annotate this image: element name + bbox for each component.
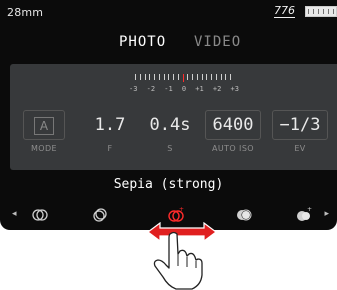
scroll-right-icon[interactable]: ▸	[324, 209, 329, 219]
scale-label: -1	[164, 85, 173, 93]
param-shutter[interactable]: 0.4s S	[145, 110, 195, 166]
param-aperture[interactable]: 1.7 F	[90, 110, 130, 166]
tab-video[interactable]: VIDEO	[194, 34, 241, 50]
iso-box: 6400	[205, 110, 261, 140]
mode-box: A	[23, 110, 65, 140]
mode-value: A	[34, 117, 54, 135]
exposure-scale-labels: -3 -2 -1 0 +1 +2 +3	[129, 85, 239, 93]
scale-label: -3	[129, 85, 138, 93]
iso-label: AUTO ISO	[212, 144, 254, 153]
exposure-scale-ticks	[135, 74, 231, 82]
scroll-left-icon[interactable]: ◂	[12, 209, 17, 219]
scale-label: -2	[146, 85, 156, 93]
iso-value: 6400	[212, 115, 254, 135]
shutter-value: 0.4s	[149, 115, 191, 135]
shots-remaining: 776	[274, 4, 295, 18]
tab-photo[interactable]: PHOTO	[119, 34, 166, 50]
scale-label: 0	[181, 85, 187, 93]
svg-text:+: +	[179, 207, 184, 213]
aperture-value: 1.7	[94, 115, 126, 135]
param-iso[interactable]: 6400 AUTO ISO	[205, 110, 261, 166]
focal-length: 28mm	[7, 6, 44, 19]
filter-tone-icon[interactable]	[236, 207, 252, 223]
exposure-scale: -3 -2 -1 0 +1 +2 +3	[129, 74, 239, 104]
hand-gesture-icon	[153, 231, 203, 290]
mode-tabs: PHOTO VIDEO	[0, 34, 337, 54]
selected-filter-name: Sepia (strong)	[113, 177, 224, 192]
filter-tone-plus-icon[interactable]: +	[296, 207, 312, 223]
ev-value: −1/3	[279, 115, 321, 135]
exposure-panel: -3 -2 -1 0 +1 +2 +3 A MODE 1.7 F 0.4s S	[10, 64, 337, 170]
battery-icon	[305, 6, 337, 17]
filter-contrast-icon[interactable]	[92, 207, 108, 223]
svg-text:+: +	[307, 207, 312, 213]
exposure-params: A MODE 1.7 F 0.4s S 6400 AUTO ISO −1/3 E…	[10, 110, 337, 166]
scale-label: +3	[230, 85, 239, 93]
param-mode[interactable]: A MODE	[22, 110, 66, 166]
scale-label: +1	[195, 85, 204, 93]
aperture-label: F	[107, 144, 113, 153]
ev-box: −1/3	[272, 110, 328, 140]
shutter-label: S	[167, 144, 173, 153]
camera-screen: 28mm 776 PHOTO VIDEO -3 -2 -1 0 +1 +2 +3	[0, 0, 337, 230]
scale-label: +2	[212, 85, 222, 93]
filter-bw-icon[interactable]	[32, 207, 48, 223]
ev-label: EV	[294, 144, 306, 153]
param-ev[interactable]: −1/3 EV	[272, 110, 328, 166]
filter-sepia-icon[interactable]: +	[168, 207, 184, 223]
mode-label: MODE	[30, 144, 57, 153]
